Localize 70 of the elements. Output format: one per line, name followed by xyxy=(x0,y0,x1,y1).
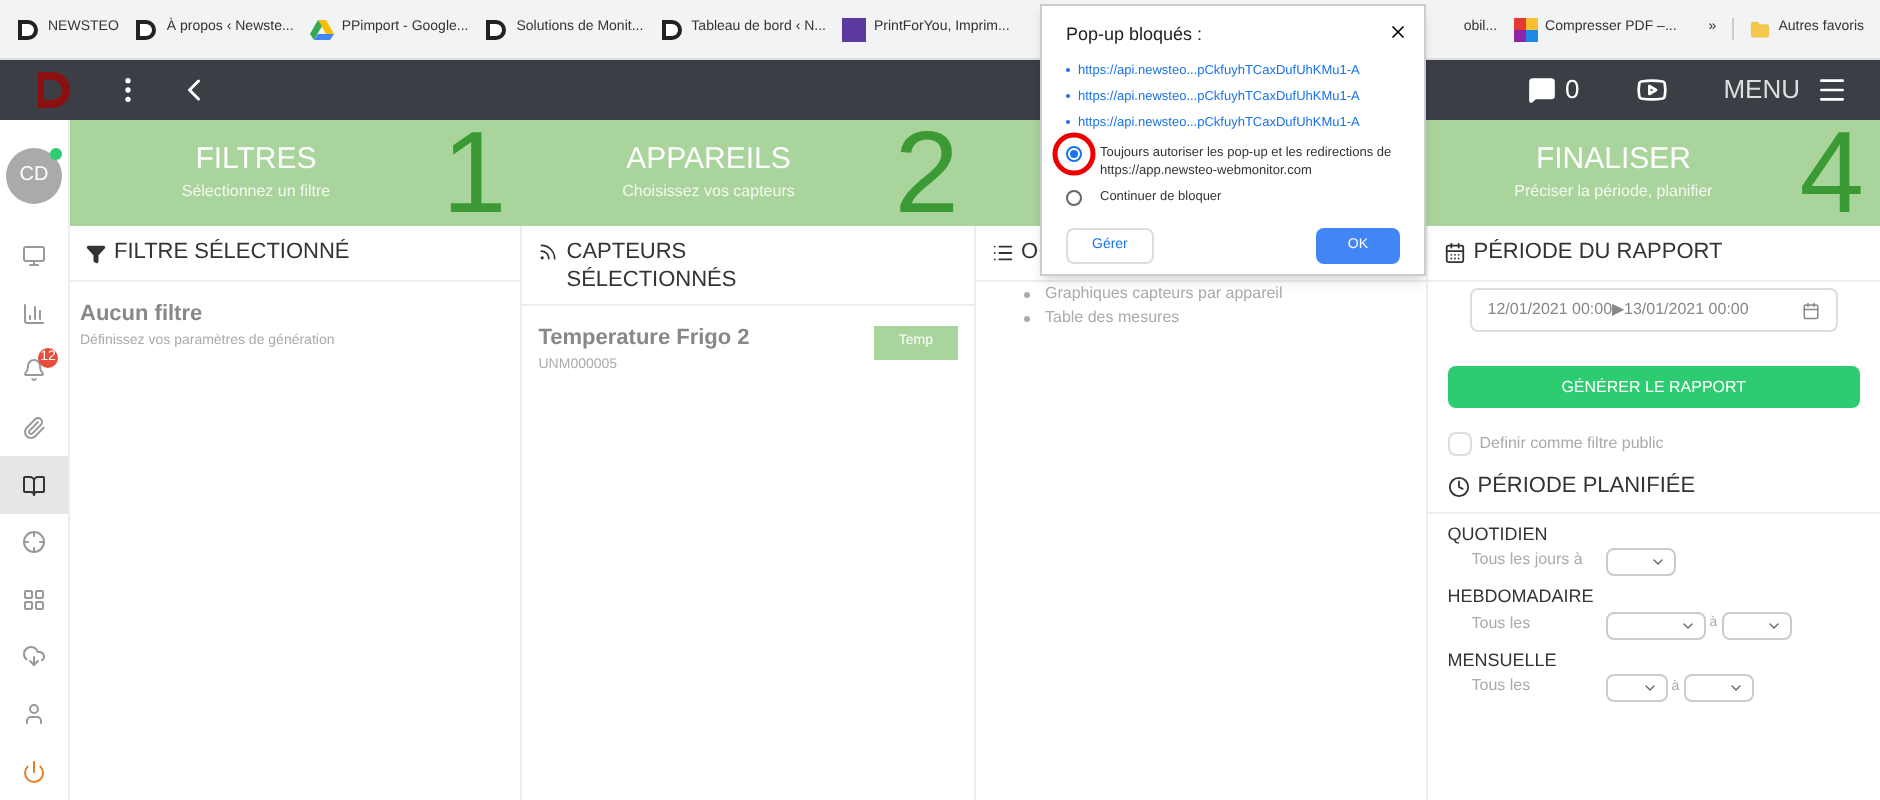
bullet-icon xyxy=(1023,315,1029,321)
option-item: Graphiques capteurs par appareil xyxy=(1045,282,1283,306)
step-number: 1 xyxy=(441,120,509,226)
step-title: APPAREILS xyxy=(626,142,791,180)
power-icon xyxy=(22,759,46,784)
popup-title: Pop-up bloqués : xyxy=(1066,22,1203,48)
checkbox-label: Definir comme filtre public xyxy=(1479,432,1664,456)
logo-icon xyxy=(134,17,159,41)
option-item: Table des mesures xyxy=(1045,306,1180,330)
video-icon[interactable] xyxy=(1635,74,1668,106)
schedule-label: Tous les xyxy=(1471,611,1533,634)
clock-icon xyxy=(1447,475,1470,498)
panel-title: FILTRE SÉLECTIONNÉ xyxy=(114,237,350,269)
app-logo-icon xyxy=(32,68,72,112)
sensor-name: Temperature Frigo 2 xyxy=(538,324,752,354)
calendar-icon xyxy=(1802,301,1820,319)
calendar-icon xyxy=(1443,242,1466,264)
drive-icon xyxy=(309,17,334,41)
crosshair-icon xyxy=(22,530,46,555)
grid-icon xyxy=(22,587,46,612)
schedule-label: Tous les jours à xyxy=(1471,548,1585,571)
close-icon[interactable] xyxy=(1388,22,1408,42)
schedule-title: MENSUELLE xyxy=(1447,647,1559,673)
message-count: 0 xyxy=(1564,72,1580,109)
checkbox[interactable] xyxy=(1447,432,1472,456)
chevron-down-icon xyxy=(1727,680,1744,696)
rss-icon xyxy=(538,242,559,262)
step-subtitle: Choisissez vos capteurs xyxy=(622,179,795,204)
folder-icon xyxy=(1750,19,1771,39)
step-title: FILTRES xyxy=(195,142,317,180)
step-subtitle: Préciser la période, planifier xyxy=(1514,179,1713,204)
user-icon xyxy=(22,702,46,727)
menu-icon[interactable] xyxy=(1816,74,1848,106)
monitor-icon xyxy=(22,243,46,268)
step-subtitle: Sélectionnez un filtre xyxy=(181,179,331,204)
logo-icon xyxy=(659,17,684,41)
step-title: FINALISER xyxy=(1535,142,1691,180)
filter-icon xyxy=(86,243,106,263)
chevron-down-icon xyxy=(1641,680,1658,696)
chevron-down-icon xyxy=(1649,554,1666,570)
bar-chart-icon xyxy=(22,301,46,326)
step-number: 4 xyxy=(1799,120,1866,226)
sidebar-item[interactable] xyxy=(0,456,68,514)
radio-button[interactable] xyxy=(1066,189,1082,205)
panel-title: CAPTEURS SÉLECTIONNÉS xyxy=(566,238,739,294)
schedule-title: HEBDOMADAIRE xyxy=(1447,584,1596,610)
date-range-field[interactable]: 12/01/2021 00:00▶13/01/2021 00:00 xyxy=(1469,288,1838,332)
bell-icon xyxy=(22,358,46,383)
dropdown-select[interactable] xyxy=(1683,674,1754,702)
logo-icon xyxy=(484,17,509,41)
radio-button[interactable] xyxy=(1066,145,1082,161)
filter-name: Aucun filtre xyxy=(78,300,205,330)
step-number: 2 xyxy=(894,120,961,226)
book-icon xyxy=(22,473,46,498)
chat-icon[interactable] xyxy=(1528,76,1557,104)
panel-title: O xyxy=(1021,238,1039,269)
bullet-icon xyxy=(1023,291,1029,297)
colorful-square-icon xyxy=(1513,17,1538,41)
dropdown-select[interactable] xyxy=(1605,548,1676,576)
cloud-download-icon xyxy=(22,644,46,669)
menu-button[interactable]: MENU xyxy=(1723,70,1800,110)
dropdown-select[interactable] xyxy=(1605,674,1668,702)
dropdown-select[interactable] xyxy=(1605,611,1706,639)
panel-title: PÉRIODE PLANIFIÉE xyxy=(1477,471,1696,502)
dropdown-select[interactable] xyxy=(1721,611,1792,639)
paperclip-icon xyxy=(22,415,46,440)
schedule-title: QUOTIDIEN xyxy=(1447,521,1550,548)
panel-title: PÉRIODE DU RAPPORT xyxy=(1473,237,1723,269)
logo-icon xyxy=(16,17,40,41)
schedule-label: Tous les xyxy=(1471,674,1533,697)
